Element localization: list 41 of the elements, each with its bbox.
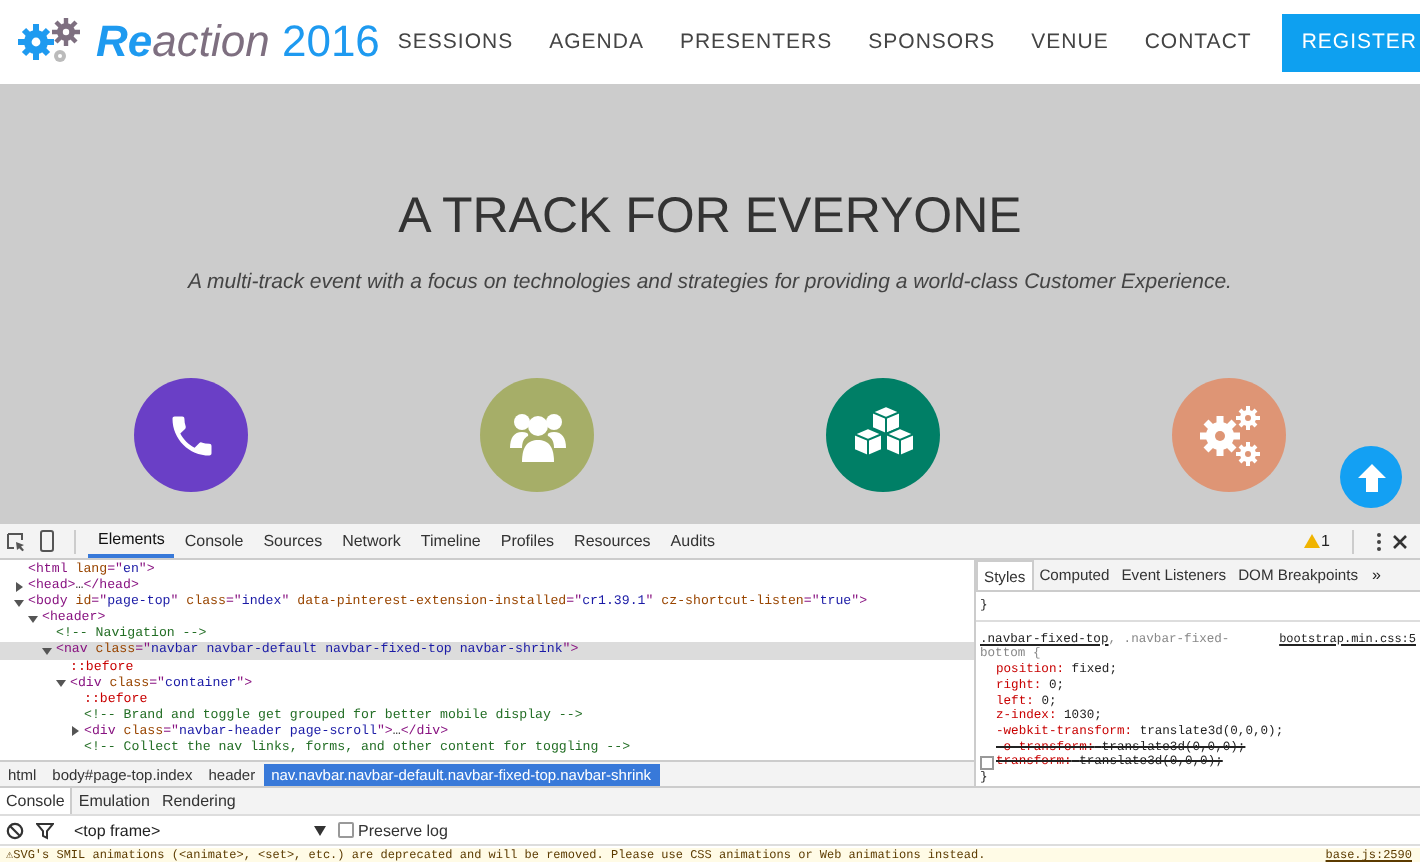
more-options-icon[interactable]	[1376, 531, 1382, 551]
frame-select[interactable]: <top frame>	[66, 821, 326, 839]
devtools-tab[interactable]: Elements	[88, 524, 175, 558]
up-arrow-icon	[1353, 459, 1389, 495]
nav-link[interactable]: CONTACT	[1126, 30, 1270, 54]
more-tabs-chevron[interactable]: »	[1372, 566, 1381, 584]
expanded-triangle-icon[interactable]	[42, 646, 52, 657]
drawer-tab[interactable]: Console	[0, 788, 73, 814]
devtools-tab[interactable]: Network	[332, 524, 411, 558]
nav-link[interactable]: SESSIONS	[379, 30, 532, 54]
nav-link[interactable]: PRESENTERS	[661, 30, 851, 54]
expanded-triangle-icon[interactable]	[14, 597, 24, 608]
site-logo-text[interactable]: Reaction 2016	[96, 16, 380, 68]
dropdown-caret-icon	[314, 825, 326, 835]
drawer-tab[interactable]: Emulation	[72, 788, 156, 814]
devtools-tab[interactable]: Timeline	[410, 524, 491, 558]
nav-link[interactable]: SPONSORS	[850, 30, 1014, 54]
drawer-tab[interactable]: Rendering	[155, 788, 242, 814]
devtools-tab[interactable]: Sources	[253, 524, 333, 558]
collapsed-triangle-icon[interactable]	[14, 581, 24, 592]
collapsed-triangle-icon[interactable]	[70, 726, 80, 737]
scroll-to-top-button[interactable]	[1340, 446, 1402, 508]
devtools-tab[interactable]: Audits	[660, 524, 726, 558]
clear-console-icon[interactable]	[6, 821, 24, 839]
device-icon[interactable]	[40, 530, 54, 552]
expanded-triangle-icon[interactable]	[28, 613, 38, 624]
devtools-tab[interactable]: Resources	[564, 524, 661, 558]
preserve-log-checkbox[interactable]	[338, 822, 354, 838]
preserve-log-label[interactable]: Preserve log	[358, 821, 448, 839]
inspect-icon[interactable]	[6, 531, 26, 551]
nav-link[interactable]: VENUE	[1013, 30, 1127, 54]
nav-link[interactable]: AGENDA	[531, 30, 662, 54]
gears-icon	[1195, 403, 1263, 467]
devtools-tab[interactable]: Console	[174, 524, 254, 558]
warning-count[interactable]: 1	[1303, 532, 1330, 550]
hero-title: A TRACK FOR EVERYONE	[398, 188, 1022, 246]
filter-icon[interactable]	[36, 821, 54, 839]
expanded-triangle-icon[interactable]	[56, 678, 66, 689]
close-icon[interactable]	[1392, 533, 1408, 549]
hero-subtitle: A multi-track event with a focus on technologies and strategies for providing a world-class Customer Experience.	[188, 270, 1232, 294]
devtools-tab[interactable]: Profiles	[490, 524, 565, 558]
